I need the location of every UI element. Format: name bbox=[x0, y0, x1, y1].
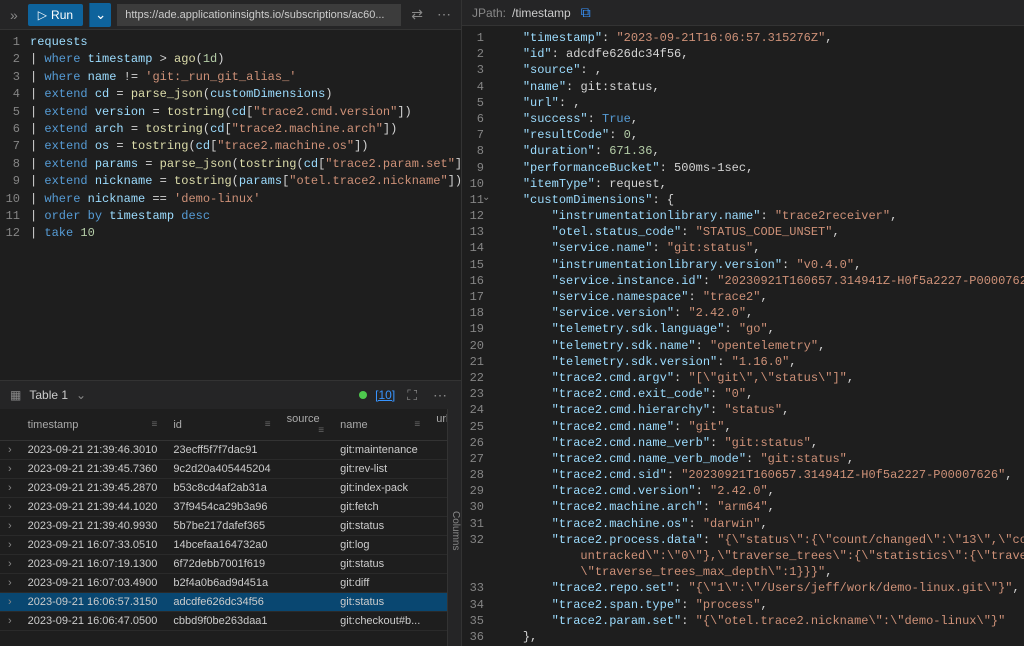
editor-settings-icon[interactable]: ⇄ bbox=[407, 4, 427, 25]
expand-row-icon[interactable]: › bbox=[0, 441, 20, 460]
results-more-icon[interactable]: ⋯ bbox=[429, 385, 451, 406]
column-header[interactable]: id≡ bbox=[165, 409, 278, 441]
results-header: ▦ Table 1 ⌄ [10] ⛶ ⋯ bbox=[0, 381, 461, 409]
expand-row-icon[interactable]: › bbox=[0, 612, 20, 631]
jpath-label: JPath: bbox=[472, 6, 506, 20]
fold-icon[interactable]: ⌄ bbox=[482, 192, 490, 206]
url-input[interactable] bbox=[117, 4, 401, 26]
more-icon[interactable]: ⋯ bbox=[433, 4, 455, 25]
column-header[interactable]: timestamp≡ bbox=[20, 409, 166, 441]
table-row[interactable]: ›2023-09-21 16:06:47.0500cbbd9f0be263daa… bbox=[0, 612, 461, 631]
play-icon: ▷ bbox=[38, 8, 47, 22]
copy-icon[interactable]: ⧉ bbox=[577, 2, 595, 23]
expand-row-icon[interactable]: › bbox=[0, 498, 20, 517]
expand-row-icon[interactable]: › bbox=[0, 574, 20, 593]
record-count[interactable]: [10] bbox=[375, 388, 395, 402]
columns-sidebar-tab[interactable]: Columns bbox=[447, 409, 461, 646]
chevron-down-icon[interactable]: ⌄ bbox=[76, 388, 86, 402]
status-success-icon bbox=[359, 391, 367, 399]
table-row[interactable]: ›2023-09-21 21:39:45.73609c2d20a40544520… bbox=[0, 460, 461, 479]
run-button-label: Run bbox=[51, 8, 73, 22]
column-header[interactable]: source≡ bbox=[279, 409, 333, 441]
run-button[interactable]: ▷ Run bbox=[28, 4, 83, 26]
jpath-header: JPath: /timestamp ⧉ ⛶ ⋯ bbox=[462, 0, 1024, 26]
expand-row-icon[interactable]: › bbox=[0, 460, 20, 479]
results-tab-label[interactable]: Table 1 bbox=[29, 388, 68, 402]
results-panel: ▦ Table 1 ⌄ [10] ⛶ ⋯ timestamp≡id≡source… bbox=[0, 380, 461, 646]
results-table: timestamp≡id≡source≡name≡url≡ ›2023-09-2… bbox=[0, 409, 461, 631]
table-row[interactable]: ›2023-09-21 16:07:03.4900b2f4a0b6ad9d451… bbox=[0, 574, 461, 593]
expand-row-icon[interactable]: › bbox=[0, 593, 20, 612]
column-header[interactable]: name≡ bbox=[332, 409, 428, 441]
expand-row-icon[interactable]: › bbox=[0, 517, 20, 536]
json-viewer[interactable]: 1 "timestamp": "2023-09-21T16:06:57.3152… bbox=[462, 26, 1024, 646]
toolbar: » ▷ Run ⌄ ⇄ ⋯ bbox=[0, 0, 461, 30]
run-split-button[interactable]: ⌄ bbox=[89, 3, 111, 27]
expand-row-icon[interactable]: › bbox=[0, 555, 20, 574]
left-panel: » ▷ Run ⌄ ⇄ ⋯ 1requests2| where timestam… bbox=[0, 0, 462, 646]
table-row[interactable]: ›2023-09-21 21:39:45.2870b53c8cd4af2ab31… bbox=[0, 479, 461, 498]
table-row[interactable]: ›2023-09-21 16:07:33.051014bcefaa164732a… bbox=[0, 536, 461, 555]
expand-row-icon[interactable]: › bbox=[0, 536, 20, 555]
right-panel: JPath: /timestamp ⧉ ⛶ ⋯ 1 "timestamp": "… bbox=[462, 0, 1024, 646]
table-row[interactable]: ›2023-09-21 16:07:19.13006f72debb7001f61… bbox=[0, 555, 461, 574]
ellipsis-chevron-icon[interactable]: » bbox=[6, 7, 22, 23]
jpath-value: /timestamp bbox=[512, 6, 571, 20]
table-row[interactable]: ›2023-09-21 16:06:57.3150adcdfe626dc34f5… bbox=[0, 593, 461, 612]
expand-row-icon[interactable]: › bbox=[0, 479, 20, 498]
table-row[interactable]: ›2023-09-21 21:39:46.301023ecff5f7f7dac9… bbox=[0, 441, 461, 460]
table-row[interactable]: ›2023-09-21 21:39:40.99305b7be217dafef36… bbox=[0, 517, 461, 536]
query-editor[interactable]: 1requests2| where timestamp > ago(1d)3| … bbox=[0, 30, 461, 380]
table-row[interactable]: ›2023-09-21 21:39:44.102037f9454ca29b3a9… bbox=[0, 498, 461, 517]
results-expand-icon[interactable]: ⛶ bbox=[403, 385, 421, 406]
table-icon: ▦ bbox=[10, 388, 21, 402]
results-table-wrap: timestamp≡id≡source≡name≡url≡ ›2023-09-2… bbox=[0, 409, 461, 646]
